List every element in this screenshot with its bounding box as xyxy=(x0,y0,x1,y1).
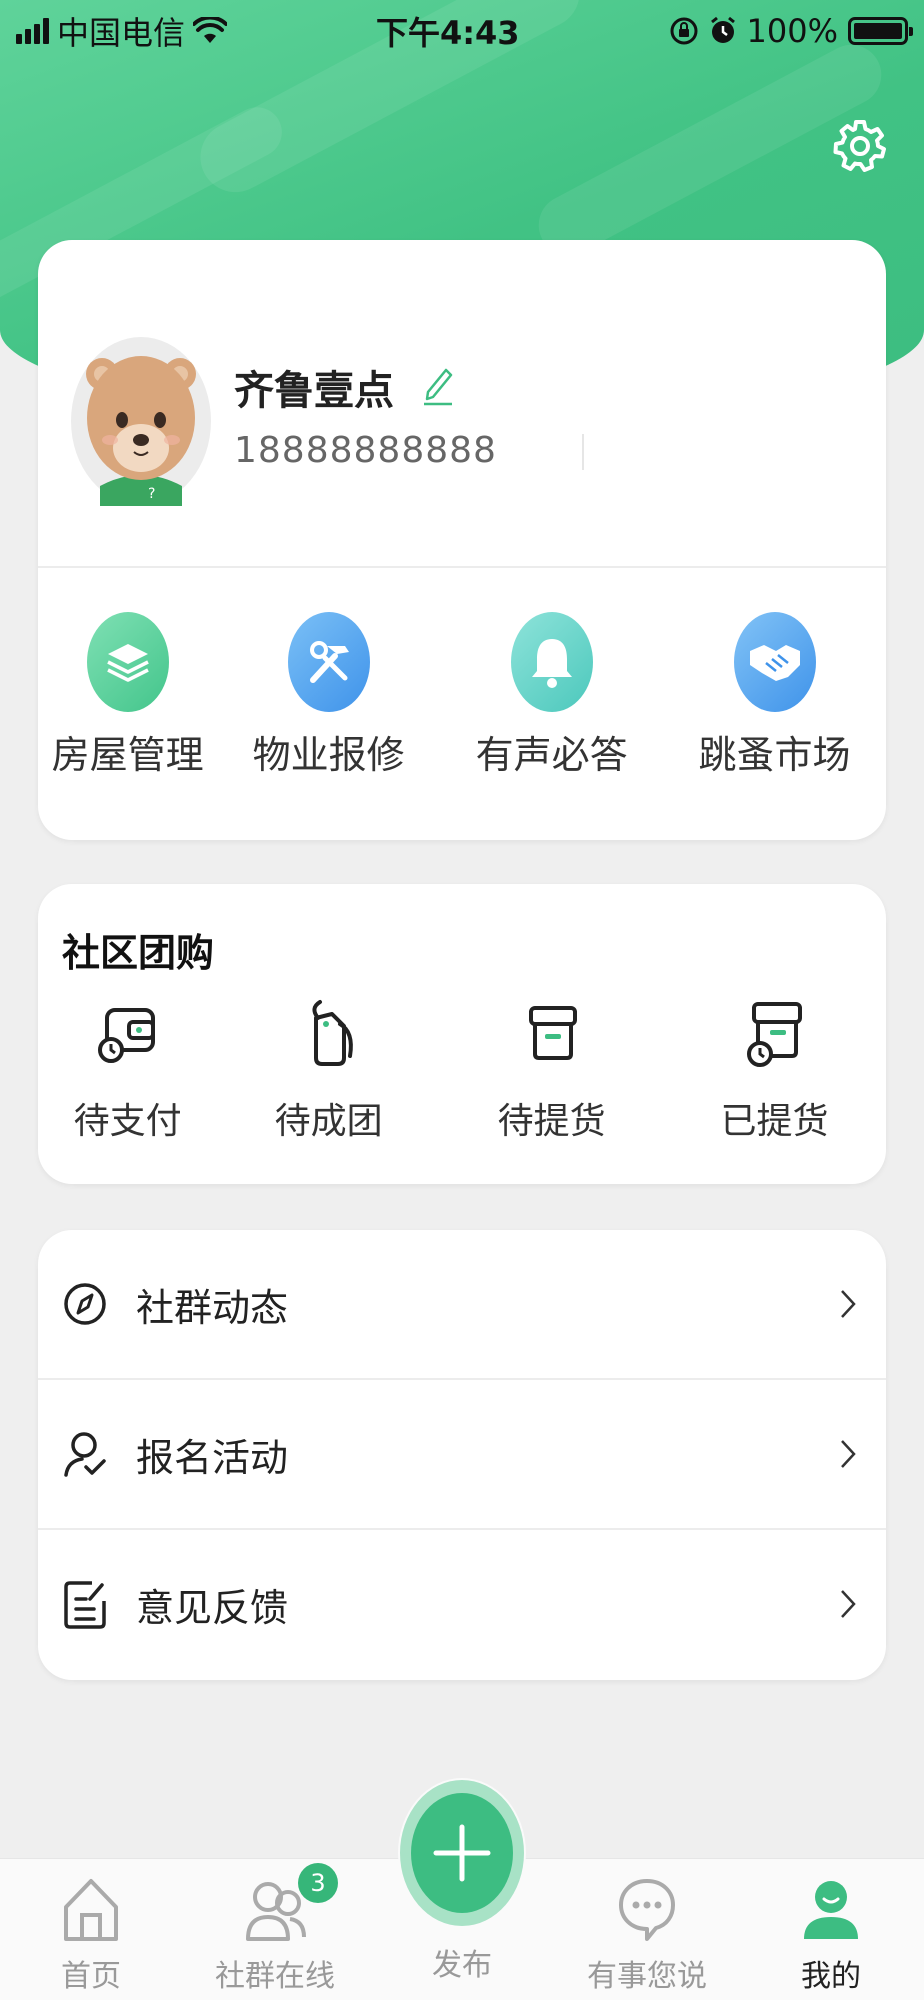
group-buy-title: 社区团购 xyxy=(62,931,215,975)
chevron-right-icon xyxy=(841,1440,856,1468)
group-item-label: 待成团 xyxy=(274,1101,383,1142)
tab-label: 发布 xyxy=(432,1948,492,1983)
publish-button[interactable] xyxy=(400,1780,524,1926)
group-item-label: 已提货 xyxy=(720,1101,829,1142)
handshake-icon xyxy=(733,612,816,712)
rotation-lock-icon xyxy=(670,17,697,45)
box-icon xyxy=(528,1006,577,1060)
tab-label: 我的 xyxy=(801,1959,861,1994)
divider xyxy=(582,434,584,470)
tab-label: 首页 xyxy=(61,1959,121,1994)
home-icon xyxy=(64,1879,118,1941)
group-picked-up[interactable]: 已提货 xyxy=(663,996,886,1144)
signal-icon xyxy=(16,18,49,44)
menu-label: 意见反馈 xyxy=(136,1585,289,1630)
chat-icon xyxy=(619,1879,675,1941)
person-icon xyxy=(804,1881,858,1939)
menu-label: 报名活动 xyxy=(136,1435,289,1480)
menu-event-signup[interactable]: 报名活动 xyxy=(38,1380,886,1528)
profile-card: ? 齐鲁壹点 18888888888 房屋管理 物业报修 有声必答 跳蚤市场 xyxy=(38,240,886,840)
quick-flea-market[interactable]: 跳蚤市场 xyxy=(663,612,886,779)
time-label: 下午4:43 xyxy=(375,14,520,52)
group-item-label: 待支付 xyxy=(73,1101,182,1142)
group-buy-card: 社区团购 待支付 待成团 待提货 已提货 xyxy=(38,884,886,1184)
quick-action-label: 物业报修 xyxy=(252,733,405,777)
wifi-icon xyxy=(193,17,228,43)
tab-mine[interactable]: 我的 xyxy=(756,1873,906,1995)
notification-badge: 3 xyxy=(298,1863,338,1903)
alarm-icon xyxy=(710,16,735,43)
gear-icon[interactable] xyxy=(832,118,888,174)
plus-icon xyxy=(433,1824,491,1882)
profile-phone: 18888888888 xyxy=(234,430,497,471)
tab-label: 社群在线 xyxy=(215,1959,335,1994)
user-check-icon xyxy=(64,1432,106,1477)
menu-card: 社群动态 报名活动 意见反馈 xyxy=(38,1230,886,1680)
quick-house-management[interactable]: 房屋管理 xyxy=(38,612,217,779)
bell-icon xyxy=(510,612,593,712)
pencil-icon[interactable] xyxy=(420,362,456,406)
tab-label: 有事您说 xyxy=(587,1959,707,1994)
chevron-right-icon xyxy=(841,1590,856,1618)
tab-feedback[interactable]: 有事您说 xyxy=(572,1873,722,1995)
group-pending-group[interactable]: 待成团 xyxy=(217,996,440,1144)
quick-actions: 房屋管理 物业报修 有声必答 跳蚤市场 xyxy=(38,612,886,779)
group-pending-pickup[interactable]: 待提货 xyxy=(440,996,663,1144)
svg-text:?: ? xyxy=(148,486,155,502)
divider xyxy=(38,566,886,568)
quick-action-label: 有声必答 xyxy=(475,733,628,777)
menu-feedback[interactable]: 意见反馈 xyxy=(38,1530,886,1678)
quick-action-label: 跳蚤市场 xyxy=(698,733,851,777)
quick-voice-answer[interactable]: 有声必答 xyxy=(440,612,663,779)
tab-home[interactable]: 首页 xyxy=(16,1873,166,1995)
group-item-label: 待提货 xyxy=(497,1101,606,1142)
menu-label: 社群动态 xyxy=(136,1285,289,1330)
compass-icon xyxy=(64,1283,106,1325)
carrier-label: 中国电信 xyxy=(57,14,186,52)
quick-property-repair[interactable]: 物业报修 xyxy=(217,612,440,779)
status-bar: 中国电信 下午4:43 100% xyxy=(0,0,924,62)
layers-icon xyxy=(86,612,169,712)
tag-icon xyxy=(312,1000,353,1066)
quick-action-label: 房屋管理 xyxy=(51,733,204,777)
menu-community-news[interactable]: 社群动态 xyxy=(38,1230,886,1378)
battery-icon xyxy=(847,17,913,45)
group-pending-payment[interactable]: 待支付 xyxy=(38,996,217,1144)
bear-avatar[interactable]: ? xyxy=(70,336,212,506)
profile-name: 齐鲁壹点 xyxy=(234,368,394,414)
tools-icon xyxy=(287,612,370,712)
users-icon: 3 xyxy=(244,1863,338,1947)
chevron-right-icon xyxy=(841,1290,856,1318)
battery-label: 100% xyxy=(746,12,838,50)
wallet-clock-icon xyxy=(97,1008,155,1063)
feedback-icon xyxy=(64,1581,106,1629)
tab-community[interactable]: 3 社群在线 xyxy=(200,1863,350,1995)
box-clock-icon xyxy=(746,1002,802,1067)
